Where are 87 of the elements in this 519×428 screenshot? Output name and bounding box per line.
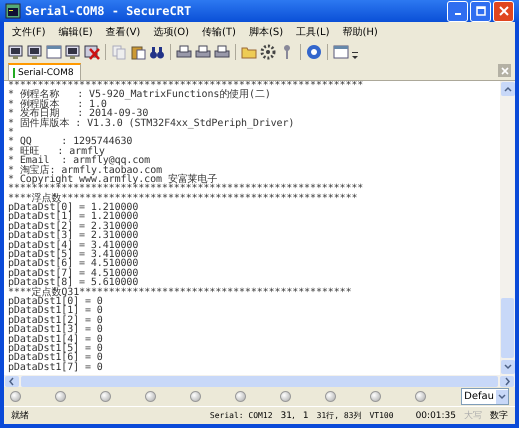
status-text: 31, xyxy=(280,410,296,420)
maximize-button[interactable] xyxy=(470,0,491,22)
terminal-line: pDataDst1[5] = 0 xyxy=(8,344,104,354)
terminal-line: * 例程名称 : V5-920_MatrixFunctions的使用(二) xyxy=(8,90,272,100)
clipboard-icon[interactable] xyxy=(130,44,146,60)
maximize-icon xyxy=(476,6,486,16)
gear-icon[interactable] xyxy=(260,44,276,60)
printer-icon[interactable] xyxy=(214,44,230,60)
minimize-icon xyxy=(454,13,460,15)
printer-icon[interactable] xyxy=(176,44,192,60)
minimize-button[interactable] xyxy=(447,0,468,22)
menu-item[interactable]: 文件(F) xyxy=(12,24,46,38)
monitor-icon[interactable] xyxy=(8,44,24,60)
window-icon[interactable] xyxy=(333,44,349,60)
button-bar-button[interactable] xyxy=(415,391,426,402)
terminal-line: pDataDst1[2] = 0 xyxy=(8,316,104,326)
scroll-left-icon[interactable] xyxy=(5,376,19,386)
terminal-line: * xyxy=(8,128,15,138)
button-bar-button[interactable] xyxy=(100,391,111,402)
status-text: 00:01:35 xyxy=(414,410,457,420)
status-text: 大写 xyxy=(463,410,483,422)
close-icon xyxy=(498,6,508,16)
button-bar-button[interactable] xyxy=(10,391,21,402)
terminal-line: pDataDst[2] = 2.310000 xyxy=(8,222,140,232)
status-text: 数字 xyxy=(489,410,509,422)
terminal-line: pDataDst1[6] = 0 xyxy=(8,353,104,363)
scrollbar-thumb[interactable] xyxy=(501,298,514,358)
terminal-line: * Copyright www.armfly.com 安富莱电子 xyxy=(8,174,218,184)
terminal-line: pDataDst[8] = 5.610000 xyxy=(8,278,138,288)
button-bar-button[interactable] xyxy=(145,391,156,402)
terminal-line: * 例程版本 : 1.0 xyxy=(8,100,107,110)
status-text: VT100 xyxy=(368,411,395,420)
terminal-line: pDataDst[1] = 1.210000 xyxy=(8,212,140,222)
close-icon xyxy=(500,66,508,74)
terminal-line: pDataDst1[3] = 0 xyxy=(8,325,104,335)
terminal-line: * 发布日期 : 2014-09-30 xyxy=(8,109,148,119)
status-text: Serial: COM12 xyxy=(208,411,274,420)
vertical-scrollbar[interactable] xyxy=(500,81,515,375)
printer-icon[interactable] xyxy=(195,44,211,60)
status-text: 1 xyxy=(302,410,310,420)
terminal-line: pDataDst1[1] = 0 xyxy=(8,306,104,316)
help-icon[interactable] xyxy=(306,44,322,60)
terminal-line: * Email : armfly@qq.com xyxy=(8,156,150,166)
monitor-icon[interactable] xyxy=(27,44,43,60)
close-icon[interactable] xyxy=(84,44,100,60)
button-bar-button[interactable] xyxy=(325,391,336,402)
menu-item[interactable]: 脚本(S) xyxy=(248,24,284,38)
scroll-right-icon[interactable] xyxy=(500,376,514,386)
button-bar-button[interactable] xyxy=(55,391,66,402)
overflow-icon[interactable] xyxy=(352,50,358,60)
scroll-down-icon[interactable] xyxy=(500,360,514,374)
status-text: 就绪 xyxy=(10,410,30,422)
terminal-line: ************************************************************ xyxy=(8,184,364,194)
session-tab[interactable]: Serial-COM8 xyxy=(8,63,81,80)
terminal-line: pDataDst[7] = 4.510000 xyxy=(8,268,140,278)
menu-item[interactable]: 帮助(H) xyxy=(342,24,378,38)
menu-item[interactable]: 查看(V) xyxy=(106,24,140,38)
close-button[interactable] xyxy=(493,0,514,22)
terminal-line: pDataDst1[0] = 0 xyxy=(8,296,103,306)
terminal-line: pDataDst[3] = 2.310000 xyxy=(8,231,140,241)
menu-item[interactable]: 传输(T) xyxy=(202,24,236,38)
terminal-line: ****定点数Q31********************************************** xyxy=(8,288,352,297)
terminal-line: pDataDst1[4] = 0 xyxy=(8,334,104,344)
terminal-line: pDataDst[0] = 1.210000 xyxy=(8,203,140,212)
button-bar-button[interactable] xyxy=(235,391,246,402)
terminal-line: * 淘宝店: armfly.taobao.com xyxy=(8,166,164,175)
window-title: Serial-COM8 - SecureCRT xyxy=(25,4,192,18)
monitor-icon[interactable] xyxy=(65,44,81,60)
terminal-line: pDataDst[5] = 3.410000 xyxy=(8,250,140,260)
terminal-line: ****浮点数************************************************** xyxy=(8,194,358,204)
button-bar-button[interactable] xyxy=(280,391,291,402)
button-bar-button[interactable] xyxy=(190,391,201,402)
scroll-up-icon[interactable] xyxy=(500,82,514,96)
window-icon[interactable] xyxy=(46,44,62,60)
terminal-line: pDataDst1[7] = 0 xyxy=(8,362,104,372)
button-bar-button[interactable] xyxy=(370,391,381,402)
menu-item[interactable]: 选项(O) xyxy=(153,24,190,38)
terminal-line: pDataDst[6] = 4.510000 xyxy=(8,259,140,269)
terminal-line: * 固件库版本 : V1.3.0 (STM32F4xx_StdPeriph_Driver) xyxy=(8,118,296,128)
terminal-icon xyxy=(5,3,21,19)
terminal-line: * QQ : 1295744630 xyxy=(8,137,134,147)
menu-item[interactable]: 编辑(E) xyxy=(58,24,93,38)
menu-item[interactable]: 工具(L) xyxy=(296,24,330,38)
session-dropdown[interactable]: Defau xyxy=(461,388,509,405)
terminal-line: * 旺旺 : armfly xyxy=(8,146,105,156)
status-text: 31行, 83列 xyxy=(316,410,362,421)
terminal-line: pDataDst[4] = 3.410000 xyxy=(8,240,140,250)
